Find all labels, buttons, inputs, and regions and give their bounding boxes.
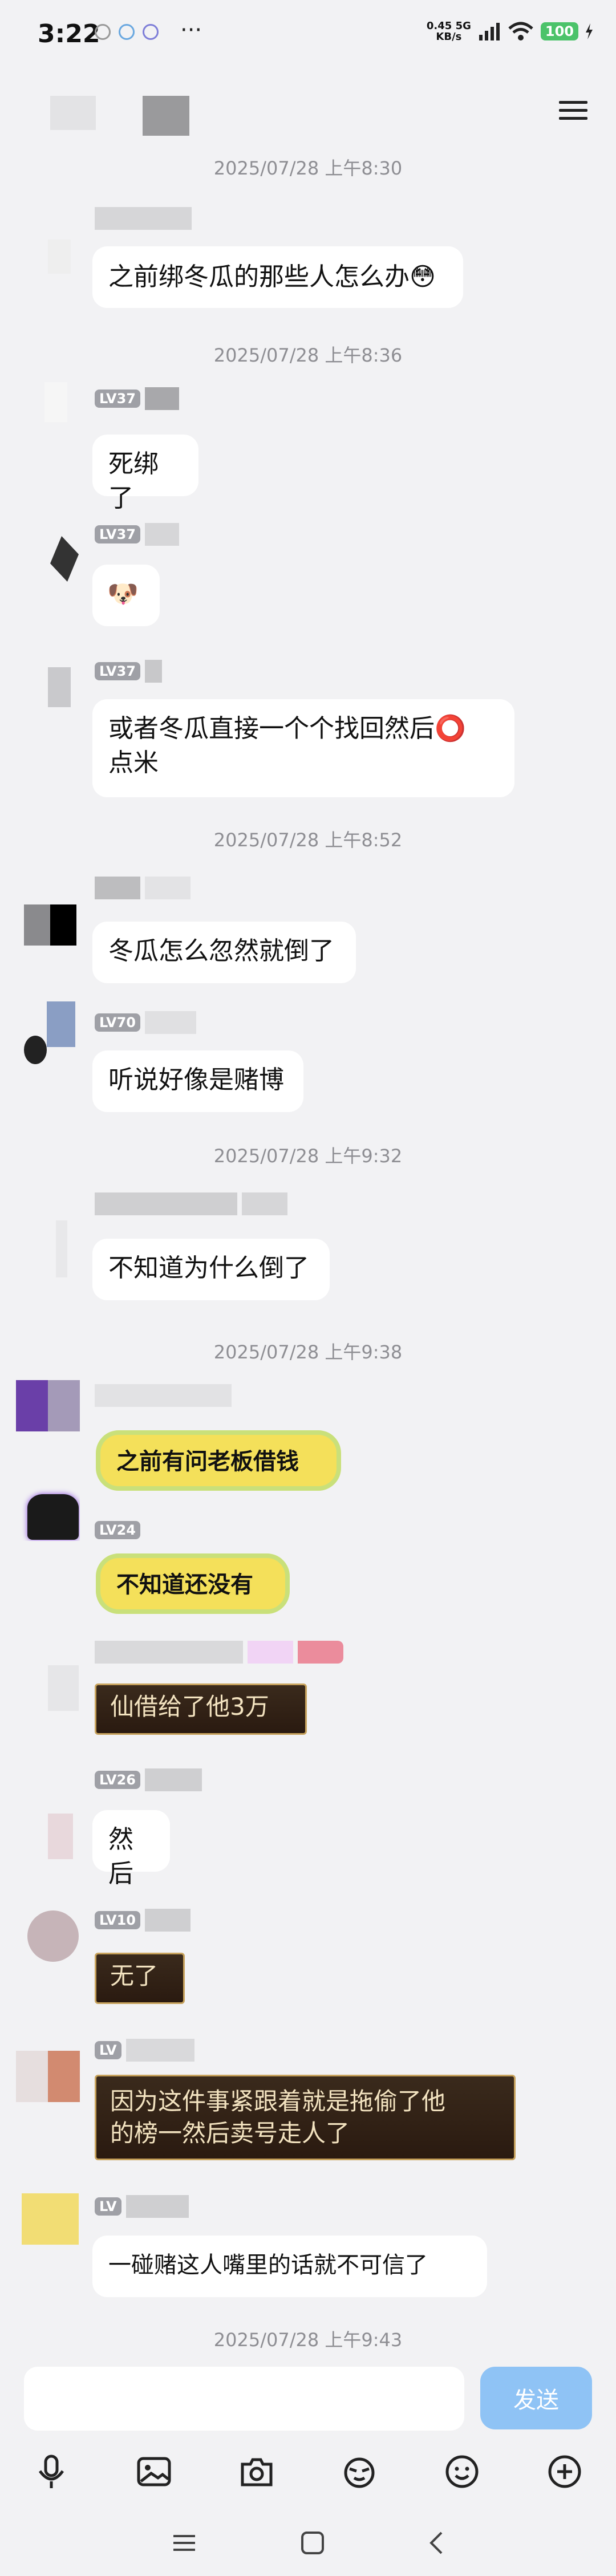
level-badge: LV [95, 2041, 121, 2059]
avatar[interactable] [16, 211, 80, 275]
more-notifications-icon: ··· [180, 17, 202, 43]
recents-icon[interactable] [171, 2532, 197, 2554]
message-bubble[interactable]: 🐶 [92, 565, 160, 626]
message-bubble[interactable]: 或者冬瓜直接一个个找回然后⭕ 点米 [92, 699, 514, 797]
sender-name [95, 875, 191, 901]
chat-toolbar [0, 2437, 616, 2506]
chat-header [0, 80, 616, 143]
microphone-icon[interactable] [31, 2452, 71, 2492]
avatar[interactable] [16, 662, 80, 725]
level-badge: LV37 [95, 525, 140, 543]
net-speed: 0.45 5G KB/s [426, 20, 471, 43]
sender-name: LV37 [95, 521, 179, 547]
status-time: 3:22 [38, 19, 100, 48]
app-notification-icon [119, 24, 135, 40]
emoji-icon[interactable] [442, 2452, 482, 2492]
app-notification-icon [95, 24, 111, 40]
sender-name [95, 1382, 232, 1409]
message-bubble[interactable]: 因为这件事紧跟着就是拖偷了他 的榜一然后卖号走人了 [95, 2075, 516, 2160]
sender-name: LV [95, 2193, 189, 2220]
avatar[interactable] [16, 1802, 80, 1866]
message-bubble[interactable]: 不知道为什么倒了 [92, 1239, 330, 1300]
camera-icon[interactable] [237, 2452, 277, 2492]
app-notification-icon [143, 24, 159, 40]
sender-name [95, 1639, 343, 1665]
timestamp: 2025/07/28 上午9:32 [213, 1145, 403, 1167]
message-bubble[interactable]: 听说好像是赌博 [92, 1050, 303, 1112]
timestamp: 2025/07/28 上午8:36 [213, 344, 403, 366]
timestamp: 2025/07/28 上午8:52 [213, 829, 403, 851]
timestamp: 2025/07/28 上午9:43 [213, 2329, 403, 2351]
timestamp: 2025/07/28 上午8:30 [213, 157, 403, 179]
message-bubble[interactable]: 仙借给了他3万 [95, 1683, 307, 1735]
level-badge: LV [95, 2197, 121, 2216]
avatar[interactable] [16, 1215, 80, 1279]
message-bubble[interactable]: 死绑了 [92, 435, 198, 513]
sender-name: LV37 [95, 658, 162, 684]
sender-name: LV24 [95, 1517, 140, 1543]
chat-title-redacted [50, 96, 96, 130]
sender-name: LV70 [95, 1009, 196, 1036]
status-indicators: 0.45 5G KB/s 100 [427, 21, 593, 42]
level-badge: LV37 [95, 390, 140, 408]
input-bar: 发送 [0, 2358, 616, 2437]
sender-name [95, 205, 192, 232]
avatar[interactable] [16, 382, 80, 446]
message-bubble[interactable]: 之前绑冬瓜的那些人怎么办😳 [92, 246, 463, 308]
level-badge: LV10 [95, 1911, 140, 1929]
plus-icon[interactable] [545, 2452, 585, 2492]
sender-name: LV37 [95, 386, 179, 412]
home-icon[interactable] [300, 2530, 325, 2555]
avatar[interactable] [16, 1477, 80, 1541]
send-button[interactable]: 发送 [480, 2367, 592, 2429]
avatar[interactable] [16, 525, 80, 589]
sender-name: LV26 [95, 1767, 202, 1793]
avatar[interactable] [16, 1001, 80, 1065]
status-app-icons [95, 24, 159, 40]
sender-name [95, 1191, 287, 1217]
back-icon[interactable] [428, 2530, 445, 2555]
battery-indicator: 100 [540, 22, 578, 40]
message-bubble[interactable]: 冬瓜怎么忽然就倒了 [92, 922, 356, 983]
level-badge: LV26 [95, 1771, 140, 1789]
avatar[interactable] [16, 1380, 80, 1444]
avatar[interactable] [16, 2193, 80, 2257]
message-input[interactable] [24, 2367, 464, 2431]
chat-title-redacted [143, 96, 189, 136]
avatar[interactable] [16, 1905, 80, 1969]
status-bar: 3:22 ··· 0.45 5G KB/s 100 [0, 0, 616, 71]
message-bubble[interactable]: 不知道还没有 [96, 1553, 290, 1614]
message-bubble[interactable]: 一碰赌这人嘴里的话就不可信了 [92, 2236, 487, 2297]
charging-icon [586, 23, 593, 39]
sender-name: LV [95, 2037, 194, 2063]
avatar[interactable] [16, 2051, 80, 2115]
timestamp: 2025/07/28 上午9:38 [213, 1341, 403, 1363]
avatar[interactable] [16, 1654, 80, 1718]
level-badge: LV70 [95, 1013, 140, 1032]
menu-icon[interactable] [559, 96, 587, 124]
sticker-icon[interactable] [339, 2452, 379, 2492]
message-bubble[interactable]: 无了 [95, 1953, 185, 2004]
image-icon[interactable] [134, 2452, 174, 2492]
wifi-icon [508, 22, 533, 40]
message-bubble[interactable]: 然后 [92, 1810, 170, 1888]
system-nav-bar [0, 2509, 616, 2576]
level-badge: LV24 [95, 1521, 140, 1539]
sender-name: LV10 [95, 1907, 191, 1933]
level-badge: LV37 [95, 662, 140, 680]
message-bubble[interactable]: 之前有问老板借钱 [96, 1430, 341, 1491]
avatar[interactable] [16, 882, 80, 946]
signal-icon [479, 23, 500, 40]
